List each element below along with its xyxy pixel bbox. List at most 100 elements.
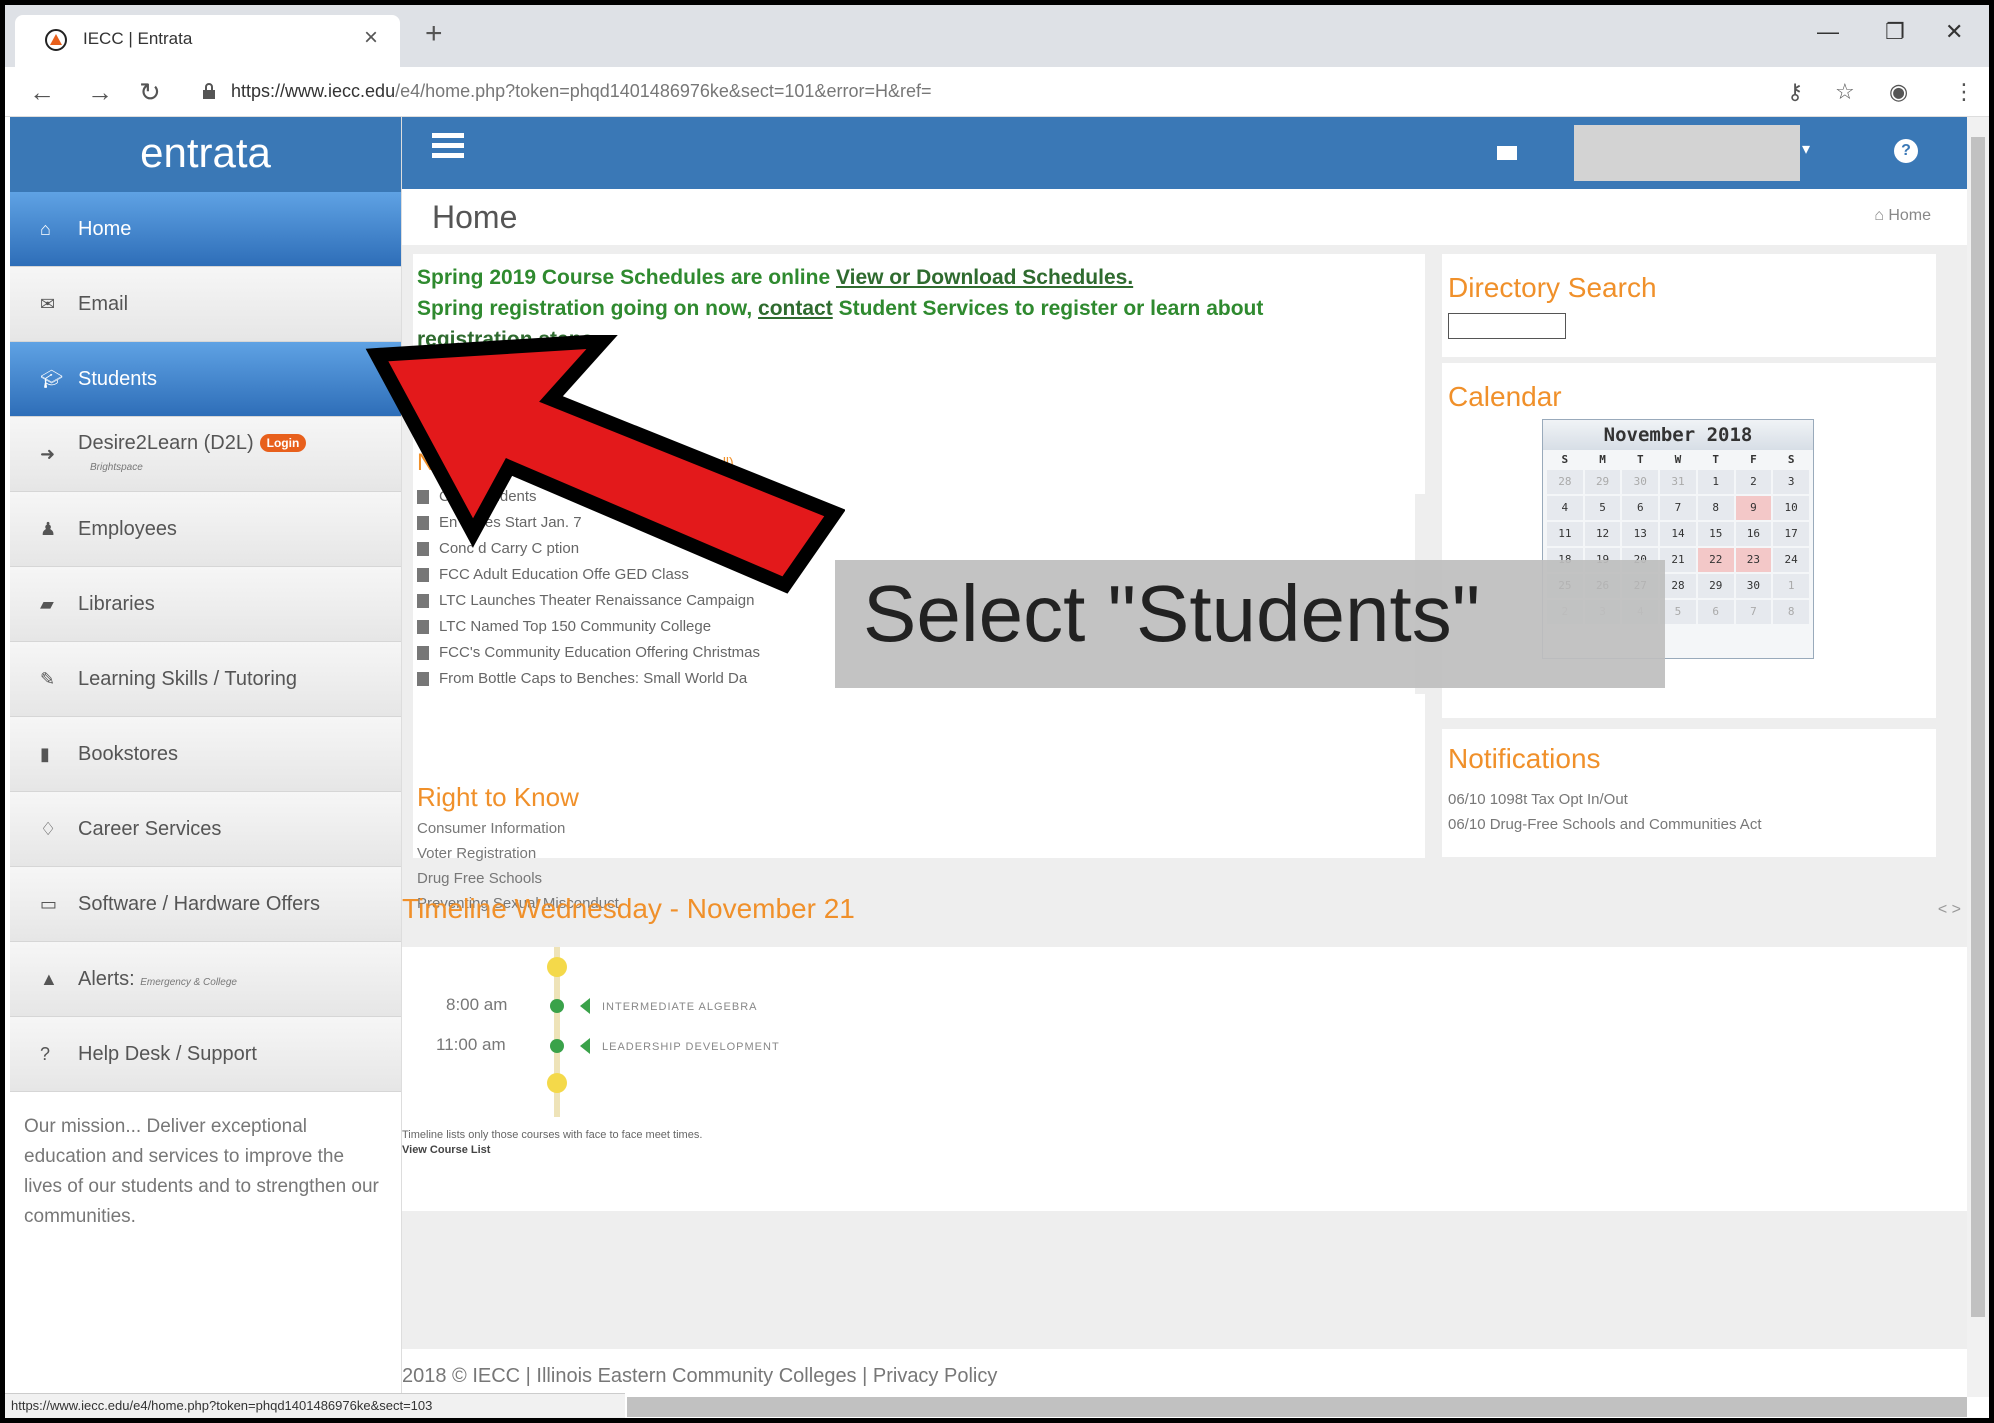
- star-icon[interactable]: ☆: [1835, 79, 1855, 105]
- calendar-day[interactable]: 7: [1735, 600, 1772, 624]
- restore-icon[interactable]: ❐: [1885, 19, 1905, 45]
- calendar-day[interactable]: 21: [1660, 548, 1696, 572]
- sidebar-item-students[interactable]: 🎓︎ Students: [10, 342, 401, 417]
- calendar-day[interactable]: 15: [1697, 522, 1734, 546]
- sidebar-item-bookstores[interactable]: ▮ Bookstores: [10, 717, 401, 792]
- calendar-day[interactable]: 31: [1660, 470, 1696, 494]
- minimize-icon[interactable]: —: [1817, 19, 1839, 45]
- calendar-day[interactable]: 30: [1735, 574, 1772, 598]
- url-field[interactable]: https://www.iecc.edu/e4/home.php?token=p…: [231, 81, 931, 102]
- timeline-course[interactable]: LEADERSHIP DEVELOPMENT: [602, 1041, 780, 1053]
- menu-dots-icon[interactable]: ⋮: [1953, 79, 1975, 105]
- view-course-list-link[interactable]: View Course List: [402, 1144, 490, 1156]
- lightbulb-icon: ♢: [40, 819, 57, 839]
- calendar-day[interactable]: 9: [1735, 496, 1772, 520]
- tab-close-icon[interactable]: ×: [364, 24, 378, 52]
- timeline-course[interactable]: INTERMEDIATE ALGEBRA: [602, 1001, 758, 1013]
- calendar-day[interactable]: 6: [1622, 496, 1659, 520]
- calendar-day[interactable]: 22: [1697, 548, 1734, 572]
- sidebar-item-libraries[interactable]: ▰ Libraries: [10, 567, 401, 642]
- scrollbar-thumb[interactable]: [1971, 137, 1985, 1317]
- lock-icon: [203, 83, 215, 99]
- chevron-down-icon[interactable]: ▾: [1802, 139, 1810, 159]
- forward-icon[interactable]: →: [87, 77, 113, 108]
- status-bar-url: https://www.iecc.edu/e4/home.php?token=p…: [5, 1393, 625, 1418]
- sidebar-item-software-offers[interactable]: ▭ Software / Hardware Offers: [10, 867, 401, 942]
- calendar-weekday: S: [1561, 453, 1569, 466]
- user-menu-redacted[interactable]: [1574, 125, 1800, 181]
- sidebar-item-employees[interactable]: ♟ Employees: [10, 492, 401, 567]
- calendar-weekday: F: [1750, 453, 1757, 466]
- notification-item[interactable]: 06/10 1098t Tax Opt In/Out: [1448, 787, 1761, 812]
- close-window-icon[interactable]: ✕: [1945, 19, 1963, 45]
- calendar-day[interactable]: 10: [1773, 496, 1809, 520]
- right-to-know-link[interactable]: Voter Registration: [417, 841, 619, 866]
- sidebar-item-learning-skills[interactable]: ✎ Learning Skills / Tutoring: [10, 642, 401, 717]
- sidebar-item-label: Learning Skills / Tutoring: [78, 668, 298, 690]
- calendar-day[interactable]: 8: [1697, 496, 1734, 520]
- sidebar-item-label: Career Services: [78, 818, 222, 840]
- sidebar-item-label: Students: [78, 368, 157, 390]
- calendar-day[interactable]: 24: [1773, 548, 1809, 572]
- notification-item[interactable]: 06/10 Drug-Free Schools and Communities …: [1448, 812, 1761, 837]
- page-scrollbar[interactable]: [1967, 117, 1989, 1397]
- login-badge[interactable]: Login: [259, 434, 307, 452]
- calendar-day[interactable]: 3: [1773, 470, 1809, 494]
- right-to-know-link[interactable]: Drug Free Schools: [417, 866, 619, 891]
- download-schedules-link[interactable]: View or Download Schedules.: [836, 266, 1133, 289]
- calendar-day[interactable]: 1: [1697, 470, 1734, 494]
- mission-statement: Our mission... Deliver exceptional educa…: [24, 1116, 379, 1227]
- calendar-day[interactable]: 30: [1622, 470, 1659, 494]
- calendar-day[interactable]: 8: [1773, 600, 1809, 624]
- calendar-month: November 2018: [1543, 420, 1813, 450]
- laptop-icon: ▭: [40, 894, 58, 914]
- breadcrumb[interactable]: ⌂ Home: [1874, 207, 1931, 225]
- directory-search-input[interactable]: [1448, 313, 1566, 339]
- calendar-day[interactable]: 17: [1773, 522, 1809, 546]
- hamburger-menu-icon[interactable]: [432, 133, 464, 159]
- sidebar-item-alerts[interactable]: ▲ Alerts: Emergency & College: [10, 942, 401, 1017]
- calendar-day[interactable]: 29: [1697, 574, 1734, 598]
- calendar-day[interactable]: 13: [1622, 522, 1659, 546]
- entrata-logo[interactable]: entrata: [10, 117, 401, 192]
- help-icon[interactable]: ?: [1894, 139, 1918, 163]
- calendar-day[interactable]: 28: [1660, 574, 1696, 598]
- right-to-know-link[interactable]: Consumer Information: [417, 816, 619, 841]
- sidebar-item-home[interactable]: ⌂ Home: [10, 192, 401, 267]
- horizontal-scrollbar[interactable]: [627, 1397, 1967, 1417]
- calendar-day[interactable]: 5: [1660, 600, 1696, 624]
- sidebar-item-label: Email: [78, 293, 129, 315]
- d2l-subtitle: Brightspace: [90, 462, 143, 473]
- contact-link[interactable]: contact: [758, 297, 833, 320]
- new-tab-icon[interactable]: +: [425, 17, 443, 51]
- calendar-day[interactable]: 28: [1547, 470, 1583, 494]
- calendar-day[interactable]: 7: [1660, 496, 1696, 520]
- calendar-day[interactable]: 23: [1735, 548, 1772, 572]
- sidebar-item-help-desk[interactable]: ? Help Desk / Support: [10, 1017, 401, 1092]
- key-icon[interactable]: ⚷: [1787, 79, 1803, 105]
- edit-icon: ✎: [40, 669, 56, 689]
- calendar-day[interactable]: 2: [1735, 470, 1772, 494]
- document-icon: [417, 672, 429, 686]
- calendar-day[interactable]: 6: [1697, 600, 1734, 624]
- calendar-day[interactable]: 4: [1547, 496, 1583, 520]
- sidebar-item-d2l[interactable]: ➜ Desire2Learn (D2L) Login Brightspace: [10, 417, 401, 492]
- calendar-day[interactable]: 12: [1584, 522, 1621, 546]
- profile-icon[interactable]: ◉: [1889, 79, 1908, 105]
- calendar-day[interactable]: 29: [1584, 470, 1621, 494]
- calendar-day[interactable]: 14: [1660, 522, 1696, 546]
- calendar-day[interactable]: 16: [1735, 522, 1772, 546]
- timeline-nav-icon[interactable]: < >: [1938, 901, 1961, 919]
- calendar-day[interactable]: 1: [1773, 574, 1809, 598]
- browser-tab[interactable]: IECC | Entrata ×: [15, 15, 400, 67]
- back-icon[interactable]: ←: [29, 77, 55, 108]
- calendar-day[interactable]: 5: [1584, 496, 1621, 520]
- mail-icon[interactable]: [1497, 146, 1517, 160]
- reload-icon[interactable]: ↻: [139, 77, 161, 108]
- sidebar-item-email[interactable]: ✉ Email: [10, 267, 401, 342]
- sidebar-item-career-services[interactable]: ♢ Career Services: [10, 792, 401, 867]
- calendar-day[interactable]: 11: [1547, 522, 1583, 546]
- tab-title: IECC | Entrata: [83, 29, 193, 48]
- footer-text: 2018 © IECC | Illinois Eastern Community…: [402, 1365, 998, 1387]
- document-icon: [417, 646, 429, 660]
